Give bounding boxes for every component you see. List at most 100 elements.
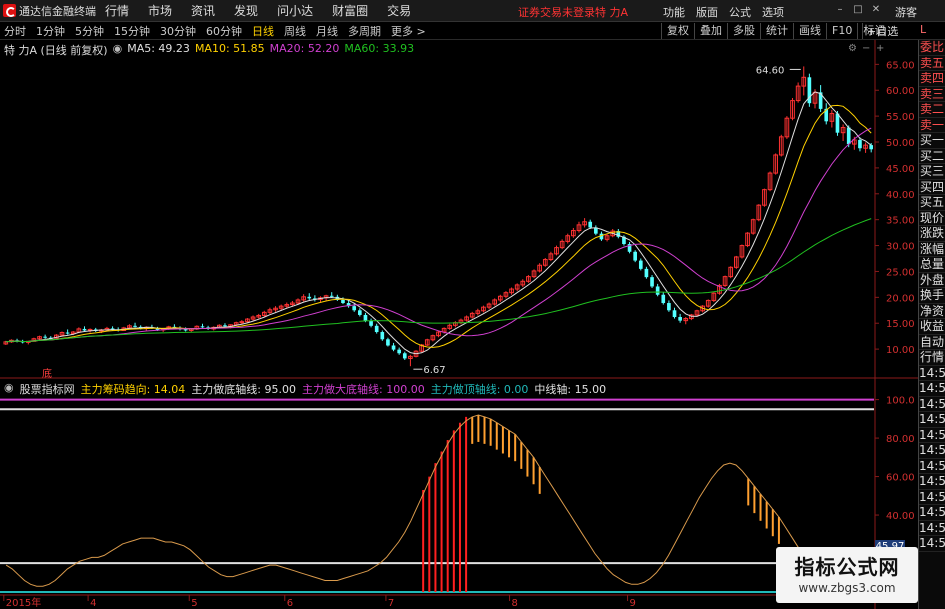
sidebar-item[interactable]: 买五 <box>919 195 945 211</box>
minimize-icon[interactable]: – <box>833 3 847 17</box>
period-15min[interactable]: 15分钟 <box>114 23 150 39</box>
login-status[interactable]: 证券交易未登录 <box>518 4 595 20</box>
sidebar-item[interactable]: 外盘 <box>919 273 945 288</box>
sidebar-item[interactable]: 卖一 <box>919 118 945 133</box>
candle-body <box>835 113 840 133</box>
menu-zixun[interactable]: 资讯 <box>191 2 215 19</box>
sidebar-item[interactable]: 净资 <box>919 304 945 319</box>
period-monthly[interactable]: 月线 <box>316 23 338 39</box>
sidebar-item[interactable]: 收益 <box>919 319 945 335</box>
sidebar-item[interactable]: 14:5 <box>919 381 945 397</box>
app-title: 通达信金融终端 <box>19 4 96 18</box>
chart-gear-icon[interactable]: ⚙ <box>848 43 857 54</box>
ma60-label: MA60: 33.93 <box>344 42 415 55</box>
period-daily[interactable]: 日线 <box>252 23 274 39</box>
menu-hangqing[interactable]: 行情 <box>105 2 129 19</box>
y-tick-label: 25.00 <box>886 267 915 278</box>
menu-wenxiaoda[interactable]: 问小达 <box>277 2 313 19</box>
sidebar-item[interactable]: 14:5 <box>919 412 945 428</box>
menu-gongshi[interactable]: 公式 <box>729 4 751 20</box>
watermark-url: www.zbgs3.com <box>798 581 896 595</box>
indicator-gear-icon[interactable]: ◉ <box>4 381 14 397</box>
low-label: 6.67 <box>423 365 445 376</box>
sidebar-item[interactable]: 14:5 <box>919 536 945 552</box>
period-weekly[interactable]: 周线 <box>284 23 306 39</box>
period-more[interactable]: 更多 > <box>391 23 426 39</box>
ma-gear-icon[interactable]: ◉ <box>113 42 123 58</box>
candle-body <box>869 145 874 150</box>
candle-body <box>672 310 677 318</box>
tool-fuquan[interactable]: 复权 <box>661 23 694 39</box>
y-tick-label: 100.0 <box>886 396 915 407</box>
app-logo-icon <box>3 4 16 17</box>
y-tick-label: 40.00 <box>886 190 915 201</box>
y-tick-label: 30.00 <box>886 242 915 253</box>
tool-huaxian[interactable]: 画线 <box>793 23 826 39</box>
period-60min[interactable]: 60分钟 <box>206 23 242 39</box>
watermark-logo: 指标公式网 www.zbgs3.com <box>776 547 918 603</box>
sidebar-item[interactable]: 卖二 <box>919 102 945 118</box>
menu-gongneng[interactable]: 功能 <box>663 4 685 20</box>
menu-caifuquan[interactable]: 财富圈 <box>332 2 368 19</box>
guest-label[interactable]: 游客 <box>895 4 917 20</box>
menu-faxian[interactable]: 发现 <box>234 2 258 19</box>
indicator-big-bottom-label: 主力做大底轴线: 100.00 <box>302 383 425 396</box>
kline-chart-area[interactable]: 10.00 15.00 20.00 25.00 30.00 35.00 40.00 45.00… <box>0 40 918 609</box>
sidebar-item[interactable]: 卖五 <box>919 56 945 71</box>
sidebar-item[interactable]: 自动 <box>919 335 945 350</box>
period-multi[interactable]: 多周期 <box>348 23 381 39</box>
period-fenshi[interactable]: 分时 <box>4 23 26 39</box>
y-tick-label: 55.00 <box>886 112 915 123</box>
sidebar-item[interactable]: 现价 <box>919 211 945 226</box>
maximize-icon[interactable]: □ <box>851 3 865 17</box>
candle-body <box>391 345 396 350</box>
sidebar-item[interactable]: 14:5 <box>919 397 945 412</box>
sidebar-item[interactable]: 14:5 <box>919 428 945 443</box>
sidebar-item[interactable]: 14:5 <box>919 459 945 474</box>
chart-zoom-in-icon[interactable]: + <box>876 43 884 54</box>
ma5-label: MA5: 49.23 <box>127 42 190 55</box>
sidebar-item[interactable]: 卖三 <box>919 87 945 102</box>
period-30min[interactable]: 30分钟 <box>160 23 196 39</box>
menu-banmian[interactable]: 版面 <box>696 4 718 20</box>
sidebar-item[interactable]: 14:5 <box>919 474 945 490</box>
sidebar-item[interactable]: 买四 <box>919 180 945 195</box>
sidebar-item[interactable]: 涨跌 <box>919 226 945 242</box>
add-watchlist-button[interactable]: +自选 <box>862 23 898 39</box>
menu-jiaoyi[interactable]: 交易 <box>387 2 411 19</box>
sidebar-item[interactable]: 行情 <box>919 350 945 366</box>
chart-zoom-out-icon[interactable]: − <box>862 43 870 54</box>
sidebar-item[interactable]: 买二 <box>919 149 945 164</box>
period-5min[interactable]: 5分钟 <box>75 23 104 39</box>
sidebar-item[interactable]: 卖四 <box>919 71 945 87</box>
menu-shichang[interactable]: 市场 <box>148 2 172 19</box>
sidebar-item[interactable]: 总量 <box>919 257 945 273</box>
close-icon[interactable]: ✕ <box>869 3 883 17</box>
sidebar-item[interactable]: 14:5 <box>919 443 945 459</box>
tool-f10[interactable]: F10 <box>826 23 857 39</box>
candle-body <box>402 353 407 359</box>
ma20-line <box>5 127 872 343</box>
tool-diejia[interactable]: 叠加 <box>694 23 727 39</box>
candle-body <box>374 325 379 333</box>
menu-xuanxiang[interactable]: 选项 <box>762 4 784 20</box>
indicator-bottom-label: 主力做底轴线: 95.00 <box>191 383 297 396</box>
sidebar-item[interactable]: 买一 <box>919 133 945 149</box>
y-tick-label: 80.00 <box>886 434 915 445</box>
sidebar-item[interactable]: 14:5 <box>919 490 945 505</box>
indicator-trend-label: 主力筹码趋向: 14.04 <box>80 383 186 396</box>
candle-body <box>386 339 390 346</box>
sidebar-item[interactable]: 涨幅 <box>919 242 945 257</box>
sidebar-item[interactable]: 14:5 <box>919 366 945 381</box>
tool-duogu[interactable]: 多股 <box>727 23 760 39</box>
sidebar-item[interactable]: 换手 <box>919 288 945 304</box>
candle-body <box>588 221 593 228</box>
x-tick-label: 2015年 <box>6 596 41 609</box>
sidebar-item[interactable]: 委比 <box>919 40 945 56</box>
period-1min[interactable]: 1分钟 <box>36 23 65 39</box>
tool-tongji[interactable]: 统计 <box>760 23 793 39</box>
sidebar-item[interactable]: 买三 <box>919 164 945 180</box>
sidebar-item[interactable]: 14:5 <box>919 521 945 536</box>
sidebar-item[interactable]: 14:5 <box>919 505 945 521</box>
x-tick-label: 6 <box>287 598 293 609</box>
